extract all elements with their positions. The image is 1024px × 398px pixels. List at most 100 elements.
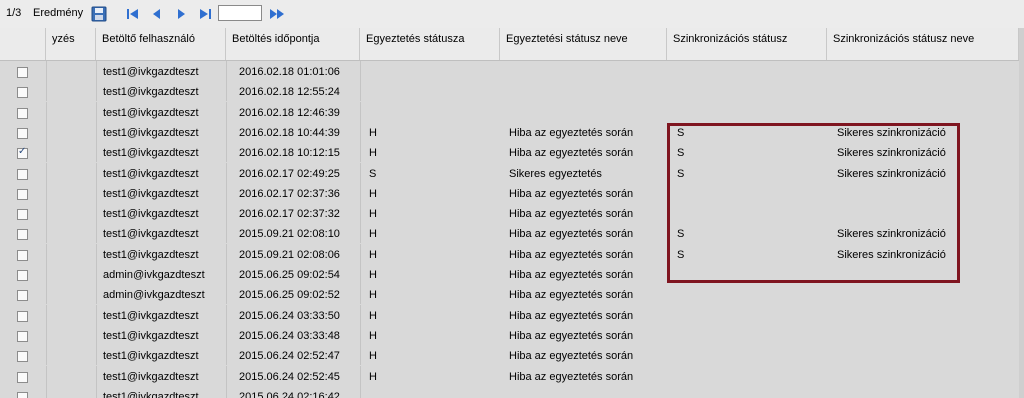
column-divider [96, 365, 97, 386]
cell-user: test1@ivkgazdteszt [103, 350, 199, 363]
go-icon[interactable] [268, 5, 286, 23]
row-checkbox[interactable] [17, 188, 28, 200]
cell-status: S [369, 167, 377, 180]
column-divider [226, 365, 227, 386]
table-row[interactable]: test1@ivkgazdteszt 2015.06.24 02:16:42 [0, 385, 1024, 398]
column-divider [96, 81, 97, 102]
column-divider [46, 243, 47, 264]
row-checkbox[interactable] [17, 270, 28, 281]
cell-time: 2016.02.18 12:55:24 [239, 86, 340, 99]
table-row[interactable]: test1@ivkgazdteszt 2015.06.24 02:52:47 H Hi… [0, 345, 1024, 366]
cell-status: H [369, 228, 377, 241]
column-divider [96, 385, 97, 398]
cell-user: test1@ivkgazdteszt [103, 147, 199, 160]
cell-status-name: Hiba az egyeztetés során [509, 126, 634, 139]
cell-user: test1@ivkgazdteszt [103, 66, 199, 78]
cell-status-name: Hiba az egyeztetés során [509, 329, 634, 342]
toolbar: 1/3 Eredmény [0, 0, 1024, 29]
column-divider [226, 101, 227, 122]
cell-user: test1@ivkgazdteszt [103, 228, 199, 241]
row-checkbox[interactable] [17, 330, 28, 342]
next-page-icon[interactable] [172, 5, 190, 23]
cell-status-name: Hiba az egyeztetés során [509, 370, 634, 383]
row-checkbox[interactable] [17, 209, 28, 221]
cell-status: H [369, 329, 377, 342]
row-checkbox[interactable] [17, 391, 28, 398]
row-checkbox[interactable] [17, 249, 28, 261]
cell-status-name: Hiba az egyeztetés során [509, 350, 634, 363]
row-checkbox[interactable] [17, 146, 28, 160]
cell-time: 2015.06.24 02:52:45 [239, 370, 340, 383]
column-header[interactable]: yzés [46, 28, 96, 60]
table-row[interactable]: test1@ivkgazdteszt 2015.06.24 03:33:50 H Hi… [0, 304, 1024, 325]
column-header[interactable]: Betöltő felhasználó [96, 28, 226, 60]
column-divider [46, 61, 47, 81]
last-page-icon[interactable] [196, 5, 214, 23]
column-divider [226, 142, 227, 163]
row-checkbox[interactable] [17, 107, 28, 119]
cell-user: test1@ivkgazdteszt [103, 187, 199, 200]
cell-status-name: Hiba az egyeztetés során [509, 228, 634, 241]
column-header[interactable]: Betöltés időpontja [226, 28, 360, 60]
column-divider [96, 121, 97, 142]
column-divider [226, 385, 227, 398]
row-checkbox[interactable] [17, 229, 28, 241]
table-row[interactable]: test1@ivkgazdteszt 2015.06.24 02:52:45 H Hi… [0, 365, 1024, 386]
cell-status-name: Hiba az egyeztetés során [509, 289, 634, 302]
table-row[interactable]: test1@ivkgazdteszt 2016.02.18 01:01:06 [0, 61, 1024, 81]
column-divider [360, 243, 361, 264]
cell-status: H [369, 309, 377, 322]
column-divider [96, 243, 97, 264]
row-checkbox[interactable] [17, 310, 28, 322]
cell-user: test1@ivkgazdteszt [103, 126, 199, 139]
cell-status: H [369, 126, 377, 139]
vertical-scrollbar[interactable] [1019, 28, 1024, 398]
row-checkbox[interactable] [17, 67, 28, 78]
column-divider [360, 385, 361, 398]
column-divider [46, 264, 47, 284]
row-checkbox[interactable] [17, 371, 28, 383]
column-divider [46, 101, 47, 122]
column-divider [226, 243, 227, 264]
cell-status: H [369, 248, 377, 261]
row-checkbox[interactable] [17, 127, 28, 139]
column-divider [226, 304, 227, 325]
column-divider [96, 264, 97, 284]
previous-page-icon[interactable] [148, 5, 166, 23]
table-row[interactable]: test1@ivkgazdteszt 2015.06.24 03:33:48 H Hi… [0, 324, 1024, 345]
row-checkbox[interactable] [17, 351, 28, 363]
table-row[interactable]: admin@ivkgazdteszt 2015.06.25 09:02:52 H Hi… [0, 284, 1024, 305]
column-header[interactable]: Szinkronizációs státusz [667, 28, 827, 60]
cell-time: 2016.02.17 02:37:32 [239, 208, 340, 221]
cell-time: 2015.06.24 03:33:48 [239, 329, 340, 342]
column-divider [46, 81, 47, 102]
table-row[interactable]: test1@ivkgazdteszt 2016.02.18 12:55:24 [0, 81, 1024, 102]
column-divider [96, 61, 97, 81]
column-header[interactable]: Egyeztetési státusz neve [500, 28, 667, 60]
save-icon[interactable] [90, 5, 108, 23]
column-header[interactable]: Egyeztetés státusza [360, 28, 500, 60]
cell-time: 2015.06.25 09:02:54 [239, 269, 340, 281]
first-page-icon[interactable] [124, 5, 142, 23]
column-header[interactable]: Szinkronizációs státusz neve [827, 28, 1019, 60]
page-number-input[interactable] [218, 5, 262, 21]
column-divider [360, 182, 361, 203]
row-checkbox[interactable] [17, 168, 28, 180]
column-divider [46, 385, 47, 398]
row-checkbox[interactable] [17, 87, 28, 99]
cell-status: H [369, 350, 377, 363]
column-divider [360, 264, 361, 284]
table-row[interactable]: test1@ivkgazdteszt 2016.02.18 12:46:39 [0, 101, 1024, 122]
column-divider [96, 324, 97, 345]
cell-time: 2015.06.24 03:33:50 [239, 309, 340, 322]
column-divider [226, 203, 227, 224]
cell-user: test1@ivkgazdteszt [103, 167, 199, 180]
column-divider [226, 61, 227, 81]
row-checkbox[interactable] [17, 290, 28, 302]
column-divider [46, 182, 47, 203]
column-divider [226, 81, 227, 102]
checkbox-column-header [0, 28, 46, 60]
cell-status-name: Hiba az egyeztetés során [509, 309, 634, 322]
column-divider [46, 142, 47, 163]
column-divider [226, 162, 227, 183]
